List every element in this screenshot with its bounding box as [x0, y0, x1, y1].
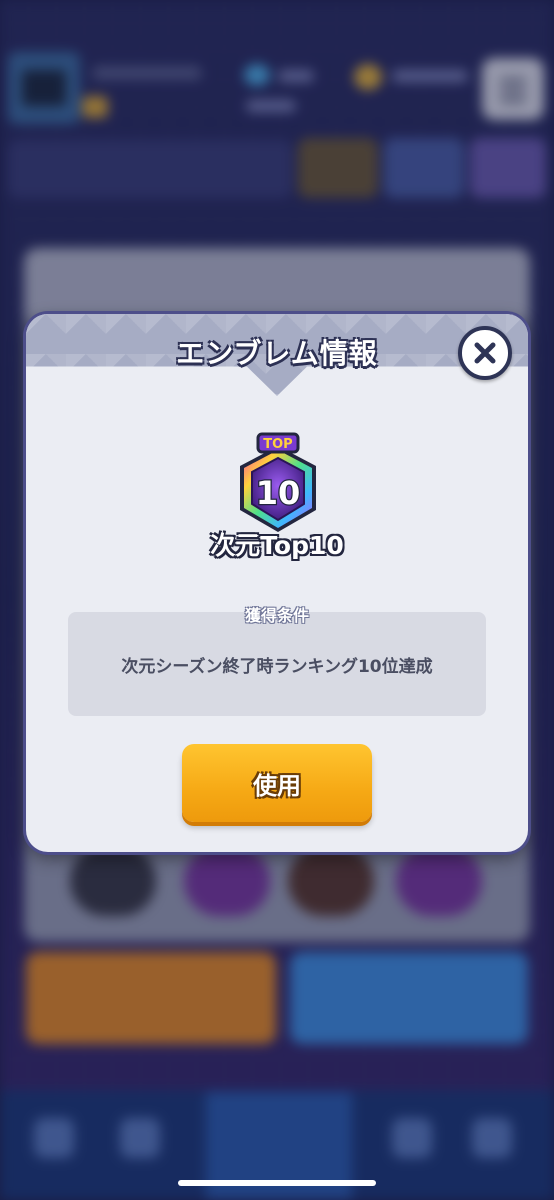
condition-box: 次元シーズン終了時ランキング10位達成 [68, 612, 486, 716]
use-button[interactable]: 使用 [182, 744, 372, 822]
use-button-label: 使用 [253, 771, 301, 800]
emblem-top10-icon: TOP 10 [240, 432, 316, 532]
home-indicator[interactable] [178, 1180, 376, 1186]
condition-label: 獲得条件 [244, 606, 309, 625]
close-icon [474, 342, 496, 364]
emblem-name: 次元Top10 [210, 531, 344, 560]
modal-title: エンブレム情報 [176, 337, 378, 370]
emblem-info-modal: エンブレム情報 TOP 10 次元Top10 次元シーズン終了時ランキング10位… [26, 314, 528, 852]
emblem-badge-top-text: TOP [263, 437, 292, 452]
condition-text: 次元シーズン終了時ランキング10位達成 [121, 656, 433, 677]
close-button[interactable] [458, 326, 512, 380]
emblem-badge-number: 10 [256, 474, 301, 512]
